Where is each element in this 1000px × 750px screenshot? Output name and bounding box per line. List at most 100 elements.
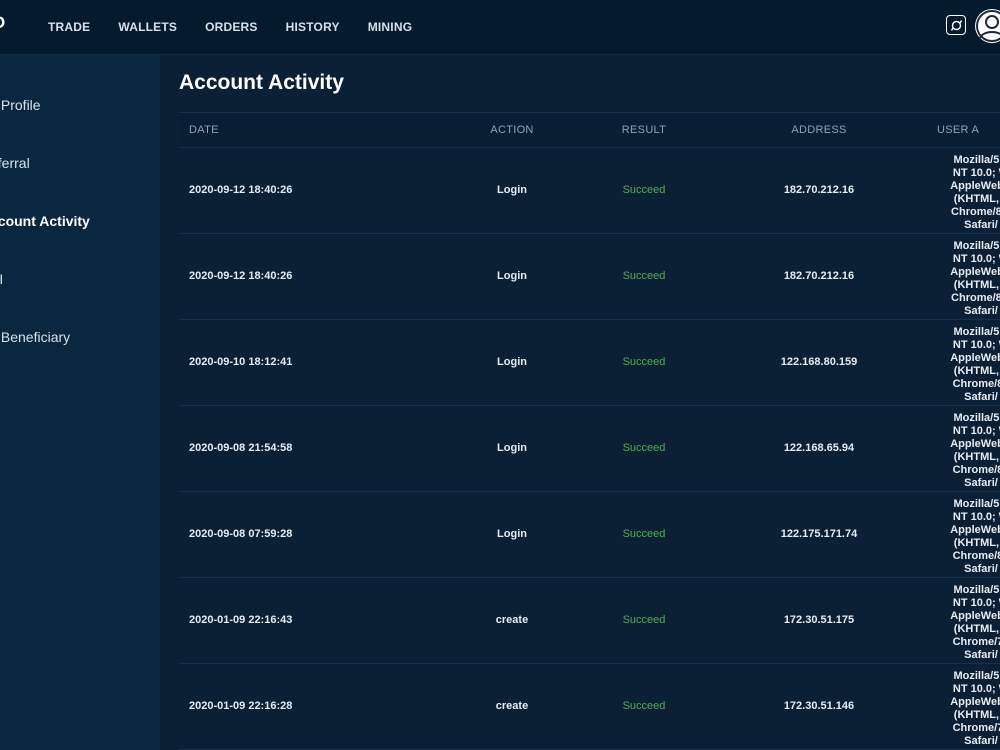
nav-trade[interactable]: TRADE [48, 20, 90, 34]
ua-line: NT 10.0; W [952, 253, 1000, 265]
cell-action: create [495, 614, 529, 626]
ua-line: Chrome/85. [951, 292, 1000, 304]
top-navigation-bar: O TRADE WALLETS ORDERS HISTORY MINING [0, 0, 1000, 55]
cell-action: Login [497, 184, 527, 196]
cell-action: Login [497, 356, 527, 368]
cell-address: 122.168.65.94 [783, 442, 855, 454]
cell-address: 182.70.212.16 [783, 184, 855, 196]
activity-table: DATE ACTION RESULT ADDRESS USER A 2020-0… [179, 112, 1000, 750]
table-row: 2020-09-08 07:59:28 Login Succeed 122.17… [179, 492, 1000, 578]
sidebar-item-api[interactable]: PI [0, 271, 3, 287]
table-row: 2020-09-08 21:54:58 Login Succeed 122.16… [179, 406, 1000, 492]
table-row: 2020-09-12 18:40:26 Login Succeed 182.70… [179, 148, 1000, 234]
ua-line: Safari/ [964, 649, 998, 661]
header-address[interactable]: ADDRESS [759, 124, 879, 136]
cell-address: 182.70.212.16 [783, 270, 855, 282]
ua-line: Mozilla/5.0 [953, 240, 1000, 252]
ua-line: AppleWebK [950, 180, 1000, 192]
brand-logo[interactable]: O [0, 13, 6, 33]
sidebar-item-referral[interactable]: eferral [0, 155, 30, 171]
table-body: 2020-09-12 18:40:26 Login Succeed 182.70… [179, 148, 1000, 750]
ua-line: Mozilla/5.0 [953, 154, 1000, 166]
cell-user-agent: Mozilla/5.0 NT 10.0; W AppleWebK (KHTML,… [931, 670, 1000, 748]
ua-line: AppleWebK [950, 696, 1000, 708]
ua-line: AppleWebK [950, 352, 1000, 364]
cell-address: 172.30.51.146 [783, 700, 855, 712]
ua-line: Safari/ [964, 477, 998, 489]
cell-action: Login [497, 528, 527, 540]
ua-line: Mozilla/5.0 [953, 584, 1000, 596]
ua-line: AppleWebK [950, 266, 1000, 278]
cell-date: 2020-01-09 22:16:28 [189, 700, 293, 712]
table-row: 2020-09-12 18:40:26 Login Succeed 182.70… [179, 234, 1000, 320]
header-action[interactable]: ACTION [479, 124, 545, 136]
ua-line: (KHTML, li [953, 623, 1000, 635]
ua-line: Safari/ [964, 305, 998, 317]
ua-line: AppleWebK [950, 610, 1000, 622]
ua-line: NT 10.0; W [952, 597, 1000, 609]
ua-line: AppleWebK [950, 438, 1000, 450]
table-row: 2020-01-09 22:16:43 create Succeed 172.3… [179, 578, 1000, 664]
cell-action: create [495, 700, 529, 712]
cell-result: Succeed [622, 356, 666, 368]
nav-mining[interactable]: MINING [368, 20, 413, 34]
page-title: Account Activity [179, 71, 344, 94]
cell-date: 2020-09-08 07:59:28 [189, 528, 293, 540]
sidebar-item-profile[interactable]: y Profile [0, 97, 41, 113]
cell-result: Succeed [622, 700, 666, 712]
cell-user-agent: Mozilla/5.0 NT 10.0; W AppleWebK (KHTML,… [931, 154, 1000, 232]
ua-line: Chrome/79 [952, 636, 1000, 648]
main-nav: TRADE WALLETS ORDERS HISTORY MINING [34, 0, 426, 54]
ua-line: Mozilla/5.0 [953, 670, 1000, 682]
cell-date: 2020-09-12 18:40:26 [189, 270, 293, 282]
nav-history[interactable]: HISTORY [286, 20, 340, 34]
header-date[interactable]: DATE [189, 124, 219, 136]
ua-line: Safari/ [964, 563, 998, 575]
ua-line: Safari/ [964, 391, 998, 403]
ua-line: Chrome/85. [951, 206, 1000, 218]
cell-address: 122.175.171.74 [780, 528, 858, 540]
cell-user-agent: Mozilla/5.0 NT 10.0; W AppleWebK (KHTML,… [931, 326, 1000, 404]
cell-user-agent: Mozilla/5.0 NT 10.0; W AppleWebK (KHTML,… [931, 240, 1000, 318]
cell-result: Succeed [622, 270, 666, 282]
ua-line: (KHTML, li [953, 365, 1000, 377]
ua-line: Mozilla/5.0 [953, 326, 1000, 338]
nav-orders[interactable]: ORDERS [205, 20, 258, 34]
ua-line: NT 10.0; W [952, 425, 1000, 437]
sidebar-item-account-activity[interactable]: ccount Activity [0, 213, 90, 229]
cell-result: Succeed [622, 184, 666, 196]
ua-line: Safari/ [964, 219, 998, 231]
header-result[interactable]: RESULT [609, 124, 679, 136]
cell-address: 122.168.80.159 [780, 356, 858, 368]
ua-line: (KHTML, li [953, 451, 1000, 463]
table-header: DATE ACTION RESULT ADDRESS USER A [179, 112, 1000, 148]
ua-line: Chrome/85 [952, 464, 1000, 476]
ua-line: NT 10.0; W [952, 339, 1000, 351]
ua-line: (KHTML, li [953, 279, 1000, 291]
main-content: Account Activity DATE ACTION RESULT ADDR… [160, 55, 1000, 750]
settings-sidebar: y Profile eferral ccount Activity PI y B… [0, 55, 160, 750]
support-icon[interactable] [946, 15, 966, 35]
cell-date: 2020-09-10 18:12:41 [189, 356, 293, 368]
ua-line: AppleWebK [950, 524, 1000, 536]
ua-line: (KHTML, li [953, 537, 1000, 549]
cell-address: 172.30.51.175 [783, 614, 855, 626]
ua-line: (KHTML, li [953, 193, 1000, 205]
user-avatar-icon[interactable] [975, 9, 1000, 43]
ua-line: NT 10.0; W [952, 167, 1000, 179]
table-row: 2020-09-10 18:12:41 Login Succeed 122.16… [179, 320, 1000, 406]
nav-wallets[interactable]: WALLETS [118, 20, 177, 34]
ua-line: (KHTML, li [953, 709, 1000, 721]
ua-line: Mozilla/5.0 [953, 498, 1000, 510]
sidebar-item-beneficiary[interactable]: y Beneficiary [0, 329, 70, 345]
table-row: 2020-01-09 22:16:28 create Succeed 172.3… [179, 664, 1000, 750]
ua-line: Chrome/79 [952, 722, 1000, 734]
cell-date: 2020-01-09 22:16:43 [189, 614, 293, 626]
ua-line: Chrome/85 [952, 550, 1000, 562]
cell-date: 2020-09-08 21:54:58 [189, 442, 293, 454]
cell-user-agent: Mozilla/5.0 NT 10.0; W AppleWebK (KHTML,… [931, 498, 1000, 576]
header-user-agent[interactable]: USER A [937, 124, 979, 136]
cell-result: Succeed [622, 442, 666, 454]
cell-action: Login [497, 442, 527, 454]
cell-result: Succeed [622, 614, 666, 626]
